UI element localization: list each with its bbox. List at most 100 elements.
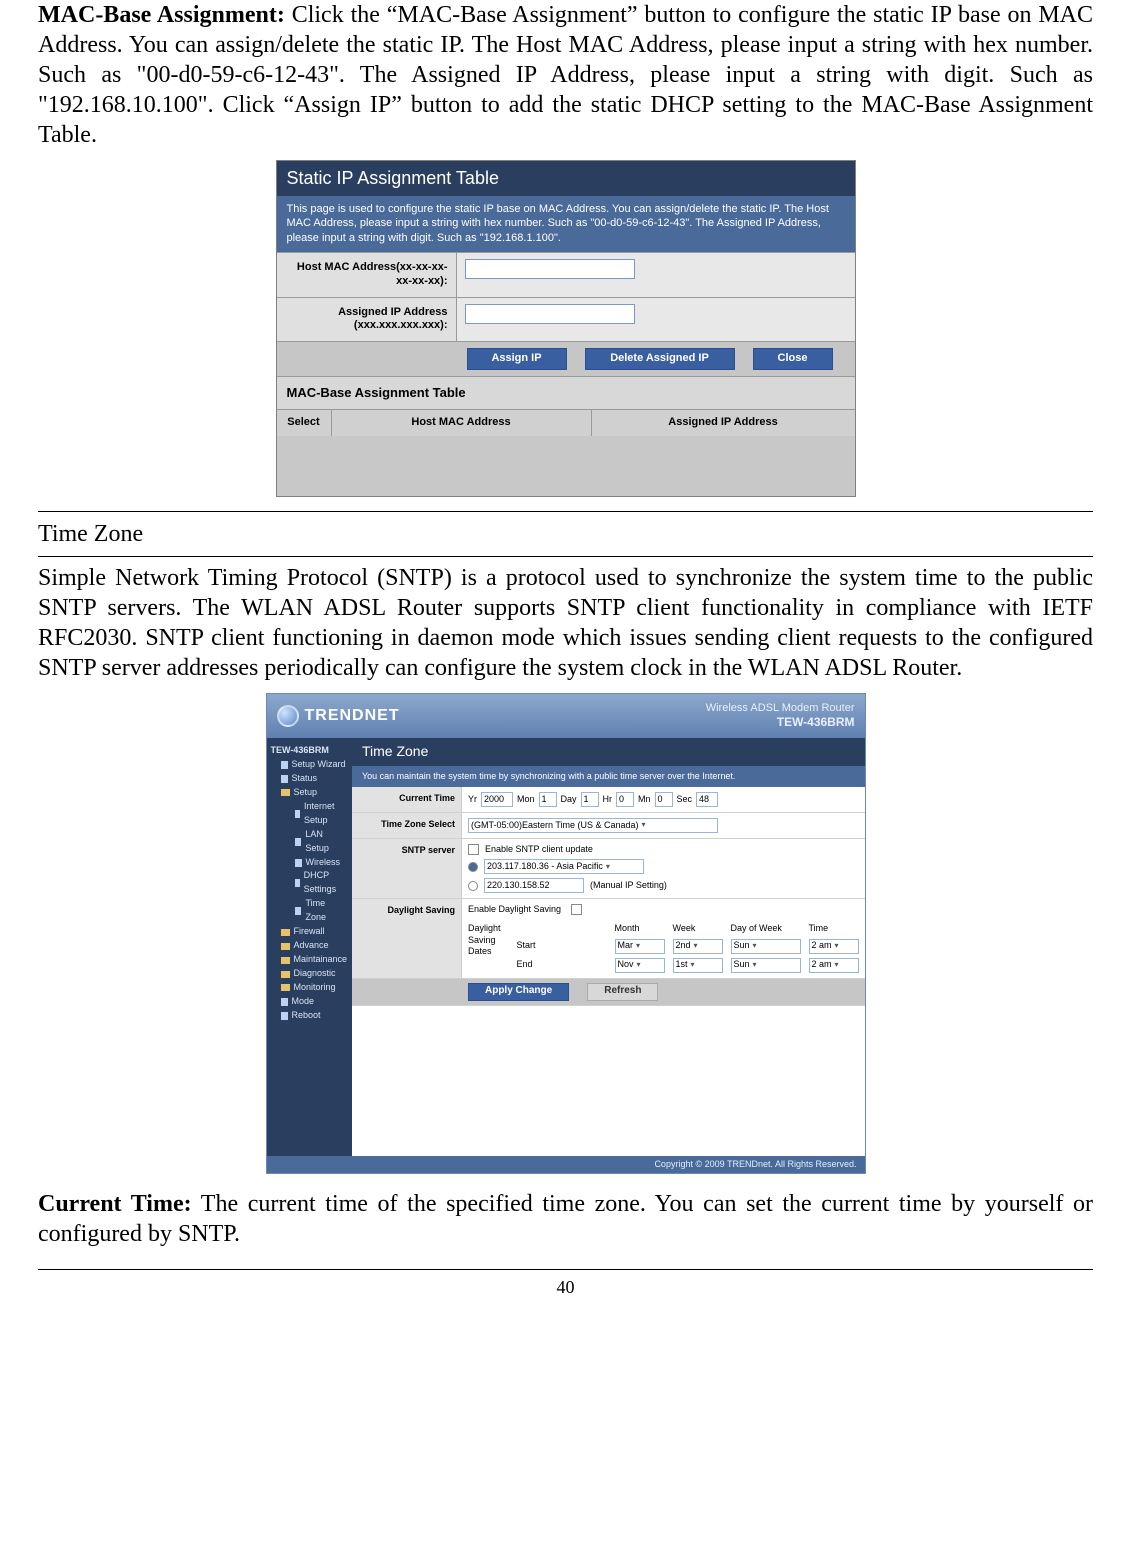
mac-base-label: MAC-Base Assignment: bbox=[38, 2, 285, 28]
sidebar-item-label: Status bbox=[292, 772, 318, 786]
ds-end-dow[interactable]: Sun bbox=[731, 958, 801, 973]
sidebar-item-diagnostic[interactable]: Diagnostic bbox=[271, 967, 348, 981]
refresh-button[interactable]: Refresh bbox=[587, 983, 658, 1001]
ds-col-month: Month bbox=[615, 923, 665, 934]
sidebar-item-status[interactable]: Status bbox=[271, 772, 348, 786]
folder-icon bbox=[281, 943, 290, 950]
file-icon bbox=[295, 810, 300, 818]
sidebar-item-firewall[interactable]: Firewall bbox=[271, 925, 348, 939]
close-button[interactable]: Close bbox=[753, 348, 833, 370]
delete-assigned-ip-button[interactable]: Delete Assigned IP bbox=[585, 348, 735, 370]
ds-start-time[interactable]: 2 am bbox=[809, 939, 859, 954]
sidebar-item-dhcp-settings[interactable]: DHCP Settings bbox=[271, 869, 348, 897]
daylight-enable-label: Enable Daylight Saving bbox=[468, 904, 561, 915]
sntp-radio-1[interactable] bbox=[468, 862, 478, 872]
yr-label: Yr bbox=[468, 794, 477, 805]
file-icon bbox=[295, 859, 302, 867]
sidebar-item-label: Time Zone bbox=[305, 897, 348, 925]
file-icon bbox=[281, 998, 288, 1006]
year-input[interactable]: 2000 bbox=[481, 792, 513, 807]
sntp-manual-label: (Manual IP Setting) bbox=[590, 880, 667, 891]
model-label: Wireless ADSL Modem Router TEW-436BRM bbox=[706, 702, 855, 730]
sidebar-root[interactable]: TEW-436BRM bbox=[271, 744, 348, 758]
brand-text: TRENDNET bbox=[305, 706, 400, 726]
mac-base-paragraph: MAC-Base Assignment: Click the “MAC-Base… bbox=[38, 0, 1093, 150]
sidebar-item-reboot[interactable]: Reboot bbox=[271, 1009, 348, 1023]
sidebar-item-setup[interactable]: Setup bbox=[271, 786, 348, 800]
sidebar-item-monitoring[interactable]: Monitoring bbox=[271, 981, 348, 995]
second-input[interactable]: 48 bbox=[696, 792, 718, 807]
day-label: Day bbox=[561, 794, 577, 805]
file-icon bbox=[295, 879, 300, 887]
assign-ip-button[interactable]: Assign IP bbox=[467, 348, 567, 370]
sip-hdr-mac: Host MAC Address bbox=[332, 410, 592, 436]
hour-input[interactable]: 0 bbox=[616, 792, 634, 807]
sip-description: This page is used to configure the stati… bbox=[277, 196, 855, 253]
hr-label: Hr bbox=[603, 794, 613, 805]
router-footer: Copyright © 2009 TRENDnet. All Rights Re… bbox=[267, 1156, 865, 1173]
sidebar-item-label: Mode bbox=[292, 995, 315, 1009]
sidebar-item-label: Reboot bbox=[292, 1009, 321, 1023]
sec-label: Sec bbox=[677, 794, 693, 805]
sip-ip-label: Assigned IP Address (xxx.xxx.xxx.xxx): bbox=[277, 298, 457, 342]
sidebar-item-advance[interactable]: Advance bbox=[271, 939, 348, 953]
section-divider bbox=[38, 556, 1093, 557]
sip-table-header: Select Host MAC Address Assigned IP Addr… bbox=[277, 409, 855, 436]
ds-start-dow[interactable]: Sun bbox=[731, 939, 801, 954]
sntp-radio-2[interactable] bbox=[468, 881, 478, 891]
sip-hdr-ip: Assigned IP Address bbox=[592, 410, 855, 436]
file-icon bbox=[281, 775, 288, 783]
current-time-label-text: Current Time: bbox=[38, 1191, 192, 1217]
sip-subtable-title: MAC-Base Assignment Table bbox=[277, 376, 855, 409]
ds-col-week: Week bbox=[673, 923, 723, 934]
current-time-label: Current Time bbox=[352, 787, 462, 812]
tz-select-label: Time Zone Select bbox=[352, 813, 462, 838]
file-icon bbox=[295, 838, 302, 846]
sidebar-item-label: Internet Setup bbox=[304, 800, 348, 828]
apply-change-button[interactable]: Apply Change bbox=[468, 983, 569, 1001]
minute-input[interactable]: 0 bbox=[655, 792, 673, 807]
sip-mac-input[interactable] bbox=[465, 259, 635, 279]
day-input[interactable]: 1 bbox=[581, 792, 599, 807]
logo-icon bbox=[277, 705, 299, 727]
sntp-enable-checkbox[interactable] bbox=[468, 844, 479, 855]
daylight-enable-checkbox[interactable] bbox=[571, 904, 582, 915]
sidebar-item-internet-setup[interactable]: Internet Setup bbox=[271, 800, 348, 828]
sntp-server-1-dropdown[interactable]: 203.117.180.36 - Asia Pacific bbox=[484, 859, 644, 874]
month-input[interactable]: 1 bbox=[539, 792, 557, 807]
ds-end-time[interactable]: 2 am bbox=[809, 958, 859, 973]
sidebar-item-time-zone[interactable]: Time Zone bbox=[271, 897, 348, 925]
sidebar-item-label: Setup bbox=[294, 786, 318, 800]
sntp-server-2-input[interactable]: 220.130.158.52 bbox=[484, 878, 584, 893]
folder-icon bbox=[281, 971, 290, 978]
router-header: TRENDNET Wireless ADSL Modem Router TEW-… bbox=[267, 694, 865, 738]
mon-label: Mon bbox=[517, 794, 535, 805]
current-time-text: The current time of the specified time z… bbox=[38, 1191, 1093, 1247]
ds-end-week[interactable]: 1st bbox=[673, 958, 723, 973]
current-time-paragraph: Current Time: The current time of the sp… bbox=[38, 1189, 1093, 1249]
folder-icon bbox=[281, 789, 290, 796]
daylight-label: Daylight Saving bbox=[352, 899, 462, 978]
sip-ip-input[interactable] bbox=[465, 304, 635, 324]
ds-col-time: Time bbox=[809, 923, 859, 934]
folder-icon bbox=[281, 984, 290, 991]
ds-end-month[interactable]: Nov bbox=[615, 958, 665, 973]
folder-icon bbox=[281, 957, 290, 964]
sidebar-item-wireless[interactable]: Wireless bbox=[271, 856, 348, 870]
mn-label: Mn bbox=[638, 794, 651, 805]
sidebar-item-maintainance[interactable]: Maintainance bbox=[271, 953, 348, 967]
sidebar-item-label: LAN Setup bbox=[305, 828, 348, 856]
ds-row-start: Start bbox=[517, 940, 607, 951]
file-icon bbox=[295, 907, 302, 915]
ds-start-month[interactable]: Mar bbox=[615, 939, 665, 954]
sidebar-item-mode[interactable]: Mode bbox=[271, 995, 348, 1009]
ds-col-dow: Day of Week bbox=[731, 923, 801, 934]
sip-hdr-select: Select bbox=[277, 410, 332, 436]
tz-select-dropdown[interactable]: (GMT-05:00)Eastern Time (US & Canada) bbox=[468, 818, 718, 833]
time-zone-figure: TRENDNET Wireless ADSL Modem Router TEW-… bbox=[38, 693, 1093, 1175]
sidebar-item-setup-wizard[interactable]: Setup Wizard bbox=[271, 758, 348, 772]
router-sidebar: TEW-436BRM Setup WizardStatusSetupIntern… bbox=[267, 738, 352, 1156]
sidebar-item-lan-setup[interactable]: LAN Setup bbox=[271, 828, 348, 856]
ds-start-week[interactable]: 2nd bbox=[673, 939, 723, 954]
sip-title: Static IP Assignment Table bbox=[277, 161, 855, 196]
